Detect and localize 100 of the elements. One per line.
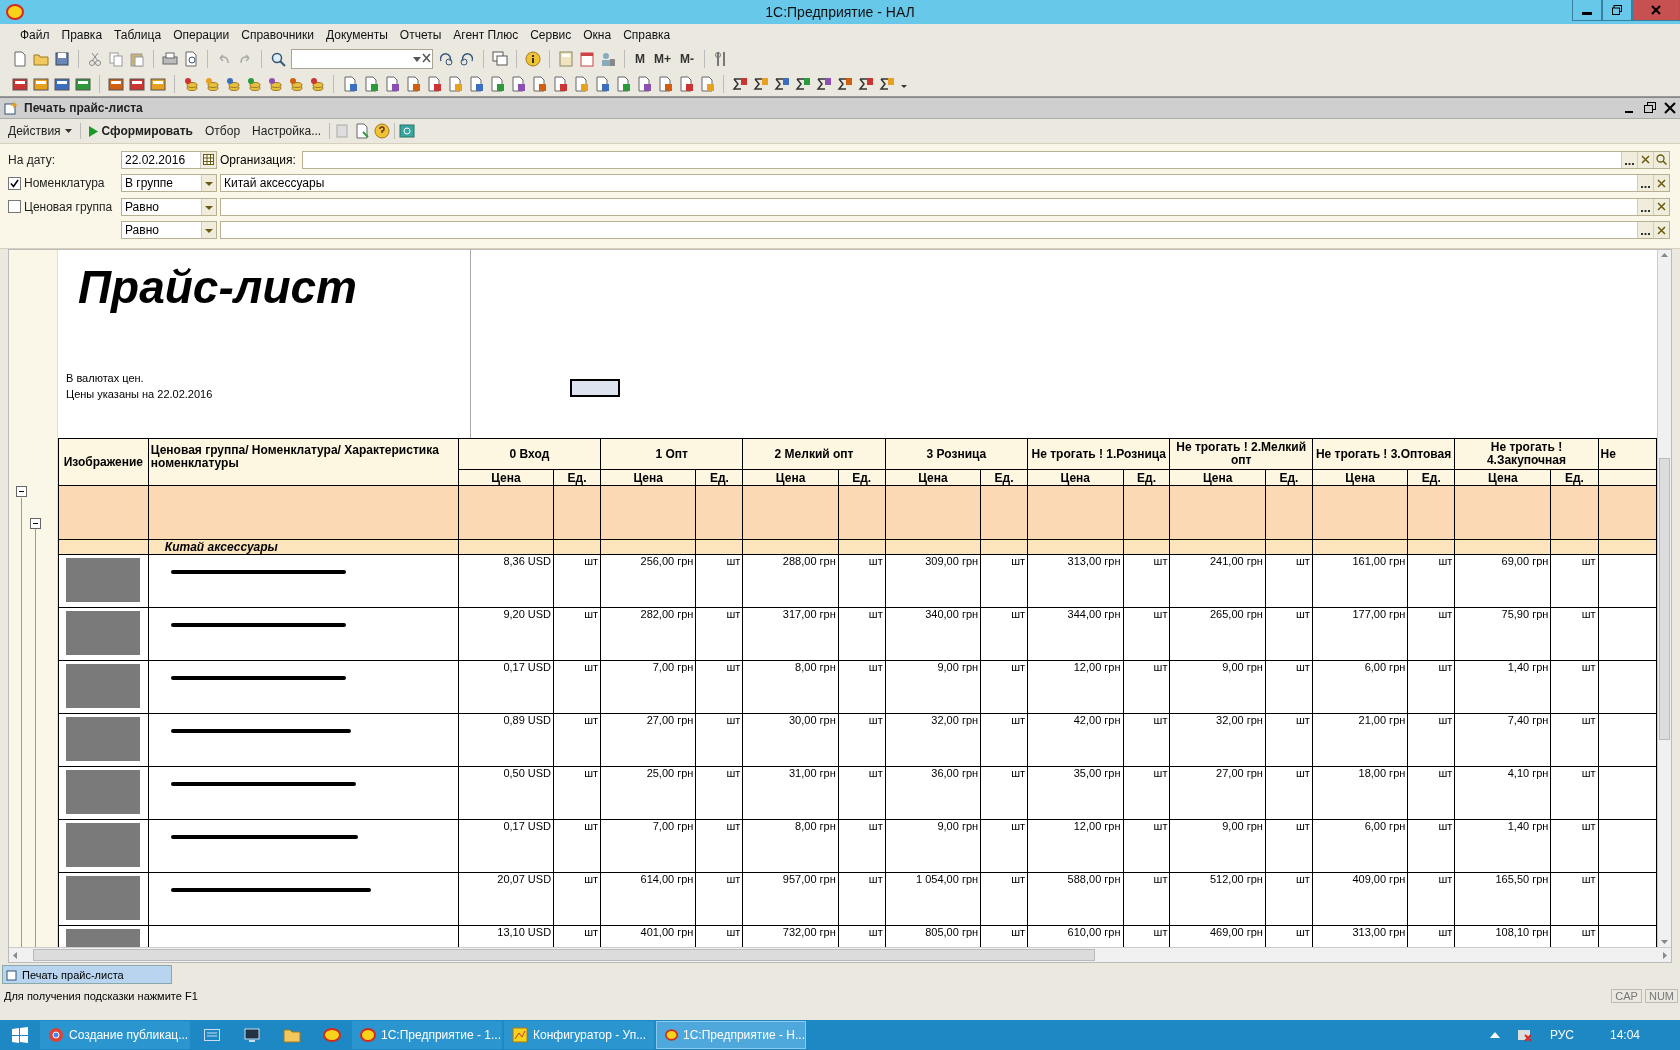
scroll-right-icon[interactable] bbox=[1663, 951, 1667, 959]
menu-item[interactable]: Таблица bbox=[108, 28, 168, 42]
sum-icon[interactable] bbox=[816, 75, 832, 92]
coins-icon[interactable] bbox=[267, 75, 283, 92]
collapse-icon[interactable] bbox=[16, 486, 27, 497]
toolbar-button[interactable]: Настройка... bbox=[248, 122, 326, 140]
document-icon[interactable] bbox=[363, 75, 379, 92]
filter-value-field[interactable] bbox=[220, 221, 1670, 240]
condition-dropdown[interactable]: Равно bbox=[121, 197, 217, 216]
document-icon[interactable] bbox=[657, 75, 673, 92]
clear-icon[interactable] bbox=[1641, 155, 1650, 165]
memory-button[interactable]: M+ bbox=[652, 51, 673, 66]
sum-icon[interactable] bbox=[858, 75, 874, 92]
new-document-icon[interactable] bbox=[12, 50, 28, 67]
info-icon[interactable] bbox=[525, 50, 541, 67]
menu-item[interactable]: Правка bbox=[55, 28, 109, 42]
scroll-up-icon[interactable] bbox=[1661, 253, 1668, 257]
menu-item[interactable]: Файл bbox=[14, 28, 56, 42]
sum-icon[interactable] bbox=[753, 75, 769, 92]
sum-icon[interactable] bbox=[732, 75, 748, 92]
tray-arrow-icon[interactable] bbox=[1489, 1031, 1500, 1039]
document-icon[interactable] bbox=[384, 75, 400, 92]
menu-item[interactable]: Отчеты bbox=[393, 28, 448, 42]
menu-item[interactable]: Справка bbox=[617, 28, 677, 42]
date-field[interactable]: 22.02.2016 bbox=[121, 150, 217, 169]
coins-icon[interactable] bbox=[246, 75, 262, 92]
scroll-down-icon[interactable] bbox=[1661, 940, 1668, 944]
coins-icon[interactable] bbox=[225, 75, 241, 92]
filter-value-field[interactable]: Китай аксессуары bbox=[220, 174, 1670, 193]
clear-icon[interactable] bbox=[1657, 202, 1666, 212]
scroll-left-icon[interactable] bbox=[13, 951, 17, 959]
restore-button[interactable] bbox=[1602, 0, 1632, 21]
search-field[interactable] bbox=[291, 48, 433, 69]
menu-item[interactable]: Операции bbox=[167, 28, 236, 42]
document-icon[interactable] bbox=[552, 75, 568, 92]
document-icon[interactable] bbox=[678, 75, 694, 92]
coins-icon[interactable] bbox=[204, 75, 220, 92]
memory-button[interactable]: M- bbox=[678, 51, 696, 66]
keyboard-icon[interactable] bbox=[204, 1029, 220, 1041]
organization-field[interactable] bbox=[301, 150, 1670, 169]
scissors-icon[interactable] bbox=[87, 50, 103, 67]
document-icon[interactable] bbox=[615, 75, 631, 92]
selected-cell[interactable] bbox=[570, 379, 620, 397]
collapse-icon[interactable] bbox=[30, 518, 41, 529]
window-tab[interactable]: Печать прайс-листа bbox=[2, 965, 172, 984]
memory-button[interactable]: M bbox=[633, 51, 647, 66]
close-button[interactable] bbox=[1632, 0, 1680, 21]
document-icon[interactable] bbox=[510, 75, 526, 92]
menu-item[interactable]: Сервис bbox=[524, 28, 578, 42]
filter-value-field[interactable] bbox=[220, 197, 1670, 216]
calendar-icon[interactable] bbox=[579, 50, 595, 67]
calendar-icon[interactable] bbox=[203, 154, 214, 166]
coins-icon[interactable] bbox=[183, 75, 199, 92]
restore-icon[interactable] bbox=[1644, 102, 1656, 114]
checkbox[interactable] bbox=[8, 176, 21, 190]
vertical-scrollbar[interactable] bbox=[1657, 250, 1671, 947]
menu-item[interactable]: Агент Плюс bbox=[447, 28, 525, 42]
minimize-button[interactable] bbox=[1572, 0, 1602, 21]
sum-icon[interactable] bbox=[795, 75, 811, 92]
coins-icon[interactable] bbox=[309, 75, 325, 92]
document-icon[interactable] bbox=[636, 75, 652, 92]
document-icon[interactable] bbox=[468, 75, 484, 92]
toolbar-button[interactable]: Отбор bbox=[201, 122, 245, 140]
menu-item[interactable]: Окна bbox=[577, 28, 618, 42]
windows-icon[interactable] bbox=[492, 50, 508, 67]
play-icon[interactable] bbox=[88, 125, 98, 137]
clear-icon[interactable] bbox=[1657, 178, 1666, 188]
document-icon[interactable] bbox=[405, 75, 421, 92]
condition-dropdown[interactable]: В группе bbox=[121, 174, 217, 193]
folder-icon[interactable] bbox=[283, 1027, 301, 1043]
condition-dropdown[interactable]: Равно bbox=[121, 221, 217, 240]
search-icon[interactable] bbox=[1656, 154, 1667, 166]
document-icon[interactable] bbox=[426, 75, 442, 92]
close-icon[interactable] bbox=[1664, 102, 1676, 114]
network-icon[interactable] bbox=[1515, 1027, 1534, 1043]
checkbox[interactable] bbox=[8, 200, 21, 214]
document-icon[interactable] bbox=[594, 75, 610, 92]
find-next-icon[interactable] bbox=[438, 50, 454, 67]
sum-icon[interactable] bbox=[837, 75, 853, 92]
search-icon[interactable] bbox=[270, 50, 286, 67]
generate-button[interactable]: Сформировать bbox=[84, 122, 197, 140]
caret-icon[interactable] bbox=[64, 129, 72, 133]
horizontal-scrollbar[interactable] bbox=[9, 947, 1671, 962]
document-icon[interactable] bbox=[531, 75, 547, 92]
document-icon[interactable] bbox=[489, 75, 505, 92]
sum-icon[interactable] bbox=[774, 75, 790, 92]
preview-icon[interactable] bbox=[183, 50, 199, 67]
onec-icon[interactable] bbox=[323, 1027, 341, 1043]
clear-icon[interactable] bbox=[1657, 225, 1666, 235]
document-icon[interactable] bbox=[342, 75, 358, 92]
clock[interactable]: 14:04 bbox=[1609, 1028, 1640, 1042]
menu-item[interactable]: Справочники bbox=[235, 28, 320, 42]
export-icon[interactable] bbox=[354, 123, 371, 139]
menu-item[interactable]: Документы bbox=[319, 28, 394, 42]
monitor-icon[interactable] bbox=[244, 1027, 260, 1043]
users-icon[interactable] bbox=[600, 50, 616, 67]
help-icon[interactable] bbox=[374, 123, 391, 139]
language-indicator[interactable]: РУС bbox=[1549, 1028, 1574, 1042]
start-button[interactable] bbox=[12, 1027, 28, 1043]
find-previous-icon[interactable] bbox=[459, 50, 475, 67]
